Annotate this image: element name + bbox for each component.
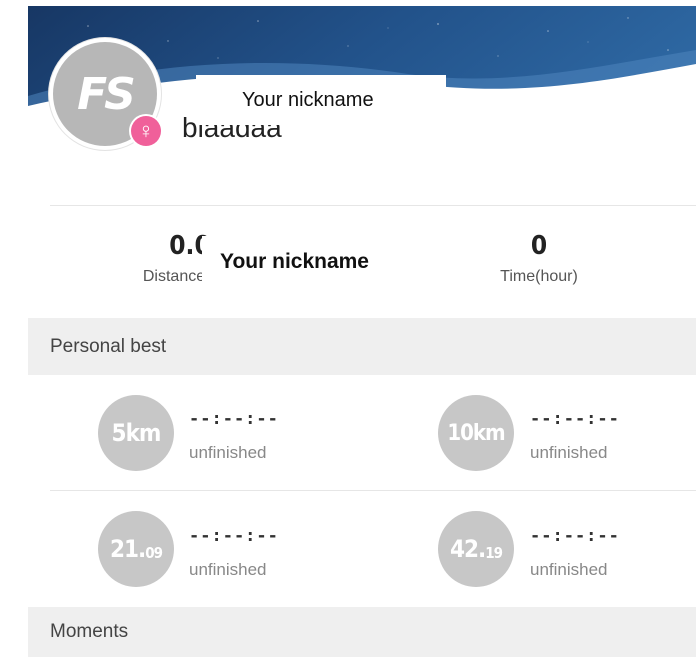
pb-10km-status: unfinished — [530, 443, 608, 462]
pb-half-status: unfinished — [189, 560, 267, 579]
divider — [50, 490, 696, 491]
pb-10km-time: --:--:-- — [530, 409, 620, 429]
time-label: Time(hour) — [500, 268, 578, 285]
badge-marathon-icon: 42. 19 — [438, 511, 514, 587]
badge-half-marathon-icon: 21. 09 — [98, 511, 174, 587]
badge-full-label: 42. — [449, 535, 486, 563]
badge-half-label: 21. — [109, 535, 146, 563]
stat-time: 0 Time(hour) — [469, 229, 609, 288]
pb-5km-time: --:--:-- — [189, 409, 279, 429]
badge-full-decimal: 19 — [485, 544, 503, 562]
pb-full-status: unfinished — [530, 560, 608, 579]
pb-5km-status: unfinished — [189, 443, 267, 462]
badge-10km-label: 10km — [447, 420, 505, 446]
badge-half-decimal: 09 — [145, 544, 163, 562]
divider — [50, 205, 696, 206]
pb-full-time: --:--:-- — [530, 526, 620, 546]
badge-5km-label: 5km — [111, 419, 162, 447]
badge-5km-icon: 5km — [98, 395, 174, 471]
moments-header[interactable]: Moments — [28, 607, 696, 657]
nickname-tooltip-overlay: Your nickname — [202, 236, 402, 288]
female-icon: ♀ — [131, 116, 161, 146]
time-value: 0 — [530, 231, 548, 261]
personal-best-header: Personal best — [28, 318, 696, 375]
nickname-tooltip: Your nickname — [196, 75, 446, 125]
pb-half-time: --:--:-- — [189, 526, 279, 546]
badge-10km-icon: 10km — [438, 395, 514, 471]
